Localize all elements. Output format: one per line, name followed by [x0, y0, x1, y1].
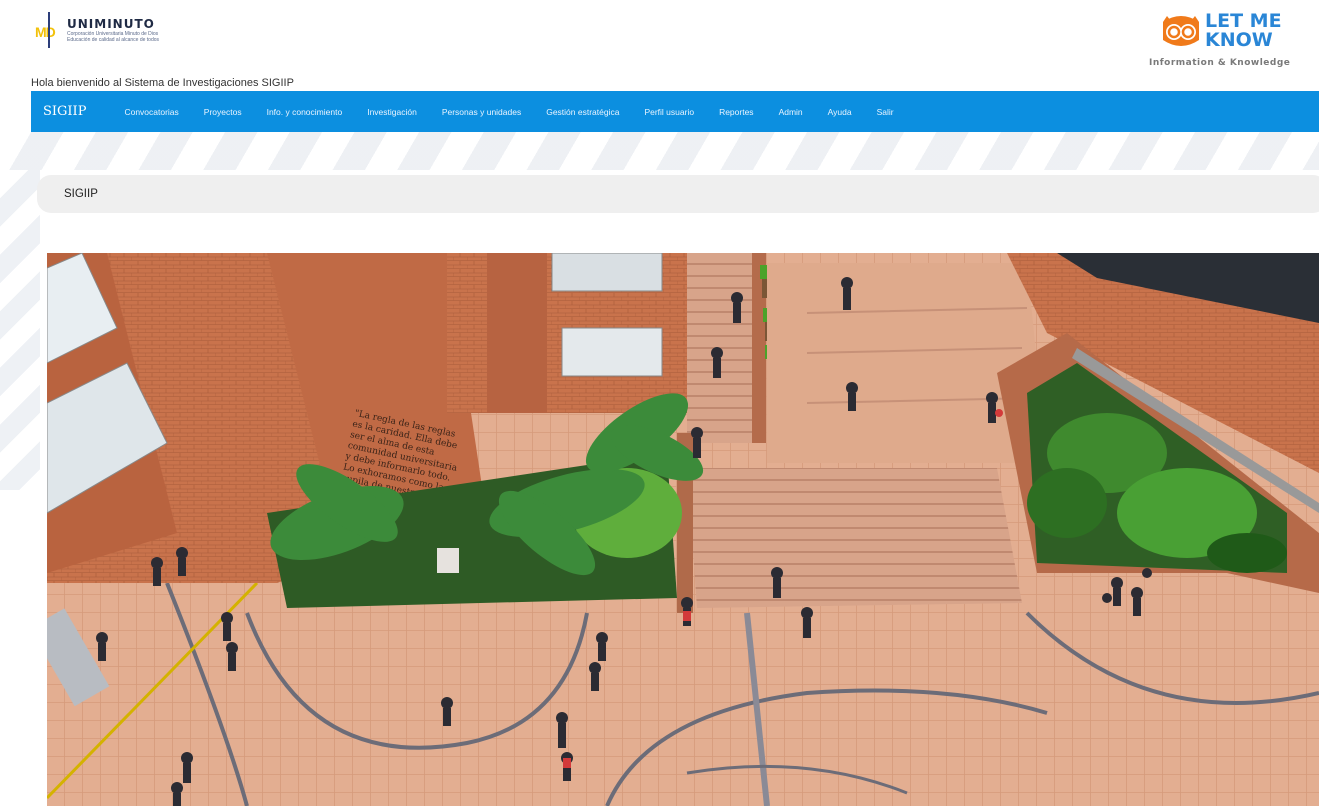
logo-title: UNIMINUTO: [67, 17, 155, 31]
decorative-stripes: [0, 130, 1319, 170]
owl-icon: [1163, 16, 1199, 46]
breadcrumb-item[interactable]: SIGIIP: [64, 188, 98, 200]
nav-proyectos[interactable]: Proyectos: [204, 107, 242, 117]
nav-reportes[interactable]: Reportes: [719, 107, 754, 117]
logo-mark-text: MD: [35, 24, 56, 40]
main-navbar: SIGIIP Convocatorias Proyectos Info. y c…: [31, 91, 1319, 132]
logo-text: UNIMINUTO Corporación Universitaria Minu…: [67, 17, 159, 43]
nav-ayuda[interactable]: Ayuda: [828, 107, 852, 117]
welcome-message: Hola bienvenido al Sistema de Investigac…: [31, 77, 294, 89]
nav-convocatorias[interactable]: Convocatorias: [124, 107, 178, 117]
campus-hero-image: "La regla de las reglas es la caridad. E…: [47, 253, 1319, 806]
nav-admin[interactable]: Admin: [779, 107, 803, 117]
decorative-stripes-left: [0, 170, 40, 490]
logo-mark-bar: [48, 12, 50, 48]
uniminuto-logo[interactable]: MD UNIMINUTO Corporación Universitaria M…: [35, 8, 195, 52]
nav-info-conocimiento[interactable]: Info. y conocimiento: [267, 107, 343, 117]
nav-salir[interactable]: Salir: [877, 107, 894, 117]
logo-subtitle-2: Educación de calidad al alcance de todos: [67, 37, 160, 43]
navbar-brand[interactable]: SIGIIP: [43, 104, 86, 119]
let-me-know-tagline: Information & Knowledge: [1149, 58, 1291, 68]
page: MD UNIMINUTO Corporación Universitaria M…: [0, 0, 1319, 806]
nav-personas-unidades[interactable]: Personas y unidades: [442, 107, 521, 117]
let-me-know-text: LET ME KNOW: [1205, 12, 1282, 50]
let-me-know-line2: KNOW: [1205, 29, 1273, 51]
nav-perfil-usuario[interactable]: Perfil usuario: [644, 107, 694, 117]
campus-courtyard-illustration: "La regla de las reglas es la caridad. E…: [47, 253, 1319, 806]
breadcrumb: SIGIIP: [37, 175, 1319, 213]
nav-gestion-estrategica[interactable]: Gestión estratégica: [546, 107, 619, 117]
uniminuto-mark-icon: MD: [35, 10, 63, 50]
nav-investigacion[interactable]: Investigación: [367, 107, 417, 117]
let-me-know-logo[interactable]: LET ME KNOW Information & Knowledge: [1149, 12, 1319, 74]
